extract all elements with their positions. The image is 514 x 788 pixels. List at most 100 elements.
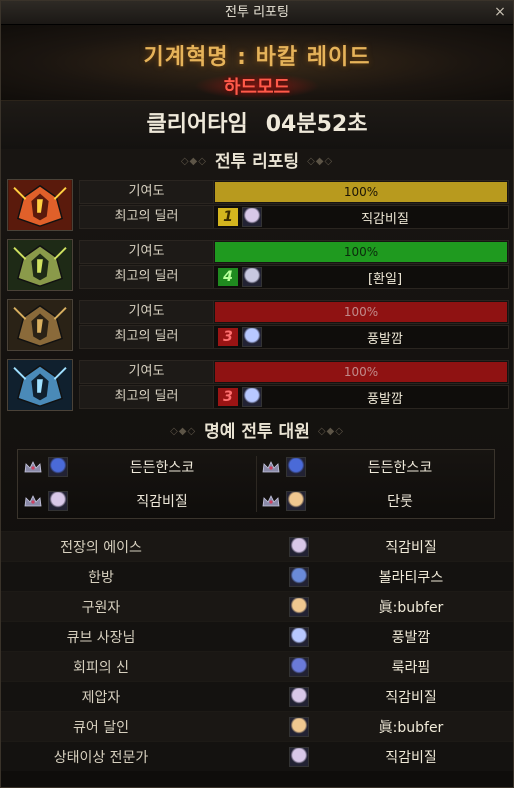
best-dealer-row: 최고의 딜러 3 풍발깜	[79, 325, 509, 349]
best-dealer-row: 최고의 딜러 3 풍발깜	[79, 385, 509, 409]
ornament-icon: ◇◆◇	[180, 156, 207, 167]
best-dealer-row: 최고의 딜러 1 직감비질	[79, 205, 509, 229]
character-avatar-icon	[242, 207, 262, 227]
crown-icon	[262, 495, 280, 507]
contribution-row: 기여도 100%	[79, 240, 509, 264]
best-dealer-label: 최고의 딜러	[80, 266, 214, 288]
best-dealer-row: 최고의 딜러 4 [환일]	[79, 265, 509, 289]
crown-icon	[262, 461, 280, 473]
section-report-header: ◇◆◇ 전투 리포팅 ◇◆◇	[1, 149, 513, 175]
best-dealer[interactable]: 4 [환일]	[214, 266, 508, 288]
contribution-row: 기여도 100%	[79, 360, 509, 384]
rank-badge-icon: 4	[218, 268, 238, 286]
honor-member-name: 든든한스코	[129, 460, 195, 476]
title-award-row[interactable]: 한방 볼라티쿠스	[1, 561, 513, 591]
award-player-name: 직감비질	[385, 689, 437, 706]
title-award-row[interactable]: 전장의 에이스 직감비질	[1, 531, 513, 561]
award-title: 전장의 에이스	[60, 539, 142, 556]
fire-dragon-portrait-icon	[7, 179, 73, 231]
combat-report-window: 전투 리포팅 × 기계혁명 : 바칼 레이드 하드모드 클리어타임 04분52초 …	[0, 0, 514, 788]
award-title: 상태이상 전문가	[53, 749, 149, 766]
raid-banner: 기계혁명 : 바칼 레이드 하드모드	[1, 25, 513, 101]
character-avatar-icon	[242, 327, 262, 347]
contribution-label: 기여도	[80, 181, 214, 203]
boss-entry: 기여도 100% 최고의 딜러 3 풍발깜	[5, 359, 509, 415]
window-title: 전투 리포팅	[225, 5, 289, 20]
best-dealer[interactable]: 1 직감비질	[214, 206, 508, 228]
award-player-name: 직감비질	[385, 749, 437, 766]
section-report-title: 전투 리포팅	[214, 152, 300, 172]
title-award-row[interactable]: 제압자 직감비질	[1, 681, 513, 711]
section-honor-header: ◇◆◇ 명예 전투 대원 ◇◆◇	[1, 419, 513, 445]
boss-entry: 기여도 100% 최고의 딜러 3 풍발깜	[5, 299, 509, 355]
best-dealer-label: 최고의 딜러	[80, 386, 214, 408]
contribution-label: 기여도	[80, 361, 214, 383]
contribution-bar: 100%	[215, 362, 507, 382]
earth-dragon-portrait-icon	[7, 299, 73, 351]
character-avatar-icon	[289, 536, 309, 557]
title-award-row[interactable]: 큐브 사장님 풍발깜	[1, 621, 513, 651]
title-award-row[interactable]: 큐어 달인 眞:bubfer	[1, 711, 513, 741]
best-dealer-label: 최고의 딜러	[80, 326, 214, 348]
rank-badge-icon: 3	[218, 388, 238, 406]
best-dealer[interactable]: 3 풍발깜	[214, 386, 508, 408]
character-avatar-icon	[289, 716, 309, 737]
dealer-name: [환일]	[367, 271, 403, 287]
clear-time-value: 04분52초	[265, 112, 368, 137]
award-player-name: 볼라티쿠스	[378, 569, 444, 586]
award-title: 회피의 신	[73, 659, 129, 676]
wind-dragon-portrait-icon	[7, 239, 73, 291]
contribution-value: 100%	[343, 305, 379, 319]
contribution-row: 기여도 100%	[79, 180, 509, 204]
honor-member[interactable]: 든든한스코	[18, 450, 256, 484]
dealer-name: 풍발깜	[367, 391, 403, 407]
award-player-name: 풍발깜	[391, 629, 431, 646]
character-avatar-icon	[286, 457, 306, 477]
award-player-name: 직감비질	[385, 539, 437, 556]
character-avatar-icon	[289, 656, 309, 677]
award-player-name: 룩라핌	[391, 659, 431, 676]
award-title: 큐브 사장님	[66, 629, 136, 646]
award-title: 한방	[88, 569, 114, 586]
honor-members-panel: 든든한스코 든든한스코 직감비질 단룻	[17, 449, 495, 519]
character-avatar-icon	[289, 746, 309, 767]
character-avatar-icon	[48, 457, 68, 477]
contribution-value: 100%	[343, 245, 379, 259]
ornament-icon: ◇◆◇	[317, 426, 344, 437]
boss-entry: 기여도 100% 최고의 딜러 1 직감비질	[5, 179, 509, 235]
best-dealer[interactable]: 3 풍발깜	[214, 326, 508, 348]
award-title: 제압자	[81, 689, 121, 706]
rank-badge-icon: 1	[218, 208, 238, 226]
boss-entry: 기여도 100% 최고의 딜러 4 [환일]	[5, 239, 509, 295]
honor-member-name: 단룻	[387, 494, 413, 510]
character-avatar-icon	[48, 491, 68, 511]
title-award-row[interactable]: 회피의 신 룩라핌	[1, 651, 513, 681]
character-avatar-icon	[286, 491, 306, 511]
crown-icon	[24, 495, 42, 507]
title-award-list: 전장의 에이스 직감비질 한방 볼라티쿠스 구원자 眞:bubfer 큐브 사장…	[1, 531, 513, 771]
clear-time-label: 클리어타임	[146, 112, 248, 137]
contribution-label: 기여도	[80, 241, 214, 263]
ornament-icon: ◇◆◇	[170, 426, 197, 437]
dealer-name: 풍발깜	[367, 331, 403, 347]
character-avatar-icon	[289, 596, 309, 617]
character-avatar-icon	[242, 387, 262, 407]
honor-member[interactable]: 단룻	[256, 484, 494, 518]
award-title: 구원자	[81, 599, 121, 616]
contribution-row: 기여도 100%	[79, 300, 509, 324]
title-bar: 전투 리포팅 ×	[1, 1, 513, 25]
contribution-value: 100%	[343, 365, 379, 379]
clear-time: 클리어타임 04분52초	[1, 101, 513, 149]
raid-name: 기계혁명 : 바칼 레이드	[143, 45, 371, 70]
character-avatar-icon	[289, 626, 309, 647]
honor-member[interactable]: 직감비질	[18, 484, 256, 518]
character-avatar-icon	[289, 566, 309, 587]
ornament-icon: ◇◆◇	[307, 156, 334, 167]
ice-dragon-portrait-icon	[7, 359, 73, 411]
title-award-row[interactable]: 상태이상 전문가 직감비질	[1, 741, 513, 771]
boss-list: 기여도 100% 최고의 딜러 1 직감비질 기여도 100% 최고의 딜러 4…	[1, 179, 513, 415]
honor-member[interactable]: 든든한스코	[256, 450, 494, 484]
title-award-row[interactable]: 구원자 眞:bubfer	[1, 591, 513, 621]
award-player-name: 眞:bubfer	[378, 599, 444, 616]
close-icon[interactable]: ×	[493, 1, 507, 25]
